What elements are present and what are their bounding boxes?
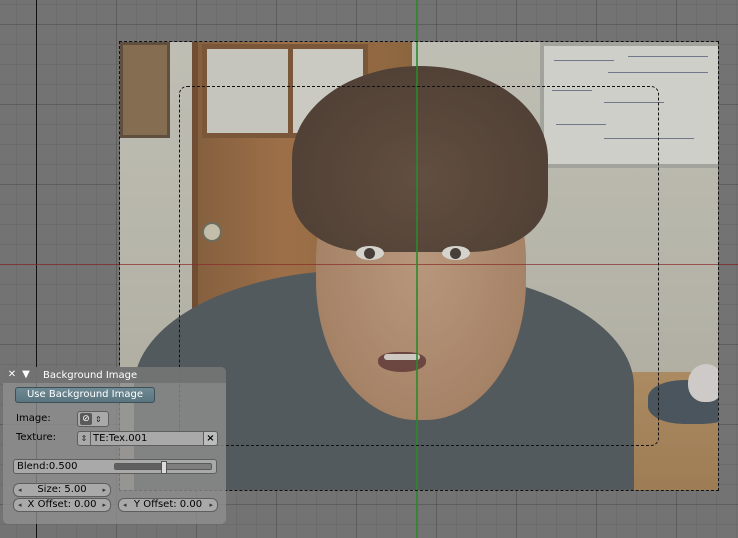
decrement-arrow-icon[interactable]: ◂ — [123, 499, 127, 511]
x-offset-value: X Offset: 0.00 — [27, 499, 97, 510]
blend-label: Blend:0.500 — [17, 461, 78, 472]
texture-label: Texture: — [16, 432, 56, 443]
size-value: Size: 5.00 — [37, 484, 87, 495]
image-browse-button[interactable]: ⊘ ⇕ — [77, 411, 109, 427]
blend-handle[interactable] — [161, 461, 167, 474]
decrement-arrow-icon[interactable]: ◂ — [18, 499, 22, 511]
increment-arrow-icon[interactable]: ▸ — [102, 484, 106, 496]
triangle-down-icon[interactable]: ▼ — [21, 370, 31, 380]
x-offset-field[interactable]: ◂ X Offset: 0.00 ▸ — [13, 498, 111, 512]
y-offset-field[interactable]: ◂ Y Offset: 0.00 ▸ — [118, 498, 218, 512]
image-browse-icon: ⊘ — [80, 413, 92, 425]
y-offset-value: Y Offset: 0.00 — [133, 499, 203, 510]
x-axis-line — [0, 264, 738, 265]
decrement-arrow-icon[interactable]: ◂ — [18, 484, 22, 496]
texture-name-field[interactable]: TE:Tex.001 — [90, 431, 205, 446]
blend-fill — [115, 464, 163, 469]
use-background-image-button[interactable]: Use Background Image — [15, 387, 155, 403]
close-icon[interactable]: ✕ — [7, 370, 17, 380]
blend-slider[interactable]: Blend:0.500 — [13, 459, 217, 474]
up-down-arrows-icon: ⇕ — [80, 434, 88, 443]
size-field[interactable]: ◂ Size: 5.00 ▸ — [13, 483, 111, 497]
panel-title: Background Image — [43, 369, 138, 381]
background-image-panel: ✕ ▼ Background Image Use Background Imag… — [3, 367, 226, 524]
panel-header[interactable]: ✕ ▼ Background Image — [3, 367, 226, 383]
increment-arrow-icon[interactable]: ▸ — [209, 499, 213, 511]
blend-track[interactable] — [114, 461, 212, 474]
image-label: Image: — [16, 413, 51, 424]
texture-browse-button[interactable]: ⇕ — [77, 431, 91, 446]
y-axis-line — [416, 0, 418, 538]
up-down-arrows-icon: ⇕ — [95, 414, 102, 424]
texture-clear-button[interactable]: × — [203, 431, 218, 446]
increment-arrow-icon[interactable]: ▸ — [102, 499, 106, 511]
